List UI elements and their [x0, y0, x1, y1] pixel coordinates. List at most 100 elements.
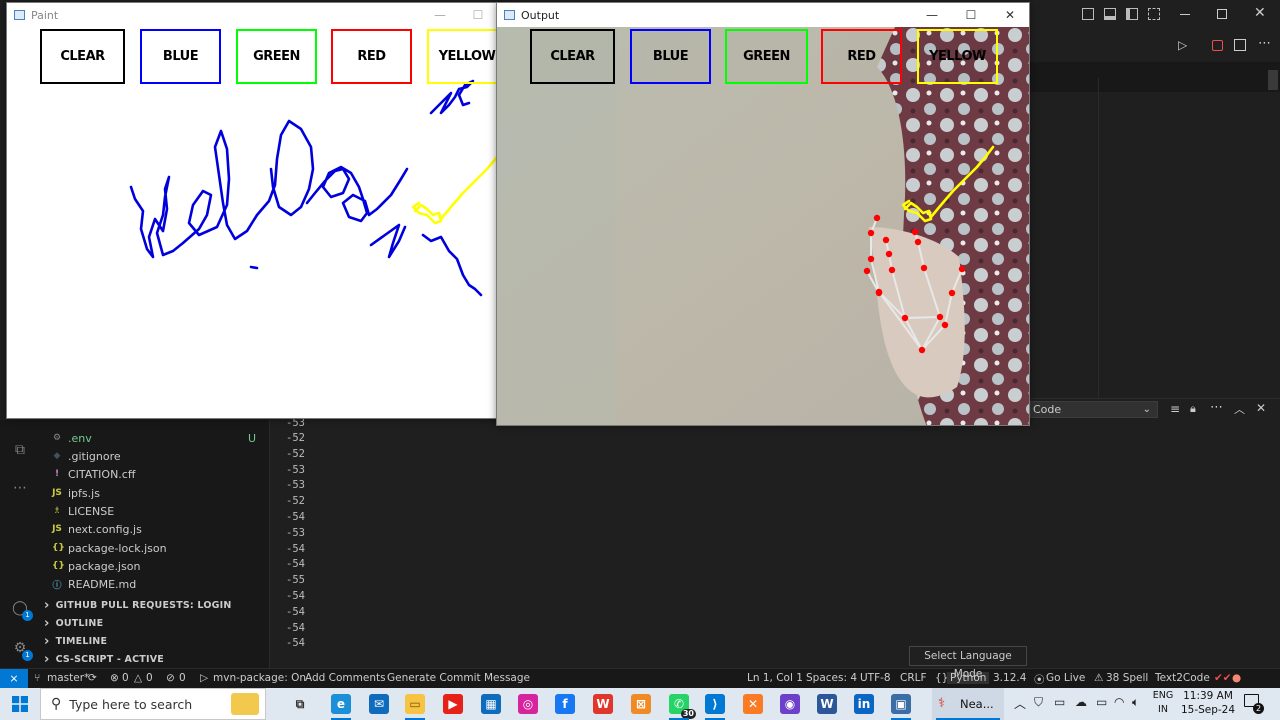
- onedrive-icon[interactable]: ☁: [1075, 695, 1087, 709]
- maximize-icon[interactable]: [1217, 9, 1227, 19]
- color-button-green[interactable]: GREEN: [236, 29, 317, 84]
- color-button-blue[interactable]: BLUE: [630, 29, 711, 84]
- lock-icon[interactable]: 🔒︎: [1190, 402, 1196, 416]
- indentation[interactable]: Spaces: 4: [806, 672, 857, 684]
- spell-check[interactable]: 38 Spell: [1106, 672, 1148, 684]
- taskbar-app-store[interactable]: ▦: [478, 692, 504, 716]
- taskbar-app-xampp[interactable]: ✕: [740, 692, 766, 716]
- add-comments-button[interactable]: Add Comments: [305, 672, 386, 684]
- color-button-blue[interactable]: BLUE: [140, 29, 221, 84]
- output-titlebar[interactable]: Output — ☐ ✕: [497, 3, 1029, 27]
- maximize-icon[interactable]: ☐: [459, 3, 497, 27]
- go-live-button[interactable]: Go Live: [1046, 672, 1085, 684]
- paint-canvas[interactable]: CLEAR BLUE GREEN RED YELLOW: [7, 27, 503, 418]
- explorer-file-item[interactable]: JS next.config.js: [52, 520, 142, 538]
- webcam-frame[interactable]: CLEAR BLUE GREEN RED YELLOW: [497, 27, 1029, 425]
- chevron-up-icon[interactable]: ︿: [1234, 401, 1245, 417]
- notifications-button[interactable]: 2: [1244, 694, 1264, 714]
- taskbar-app-whatsapp[interactable]: ✆ 30: [666, 692, 696, 720]
- generate-commit-button[interactable]: Generate Commit Message: [387, 672, 530, 684]
- encoding[interactable]: UTF-8: [860, 672, 891, 684]
- run-icon[interactable]: ▷: [1178, 38, 1187, 52]
- color-button-clear[interactable]: CLEAR: [530, 29, 615, 84]
- input-language[interactable]: ENG IN: [1150, 689, 1176, 717]
- minimize-icon[interactable]: —: [913, 3, 951, 27]
- close-panel-icon[interactable]: ✕: [1256, 401, 1266, 415]
- customize-layout-icon[interactable]: [1148, 8, 1160, 20]
- more-actions-icon[interactable]: ⋯: [1258, 36, 1271, 51]
- explorer-file-item[interactable]: {} package.json: [52, 557, 140, 575]
- sidebar-toggle-icon[interactable]: [1126, 8, 1138, 20]
- minimize-icon[interactable]: [1180, 14, 1190, 15]
- editor-scrollbar[interactable]: [1268, 70, 1278, 90]
- split-editor-icon[interactable]: [1234, 39, 1246, 51]
- end-of-line[interactable]: CRLF: [900, 672, 927, 684]
- taskbar-app-file-explorer[interactable]: ▭: [402, 692, 428, 720]
- error-count[interactable]: 0: [122, 672, 129, 684]
- sidebar-section-header[interactable]: › CS-SCRIPT - ACTIVE: [44, 650, 164, 668]
- explorer-file-item[interactable]: ! CITATION.cff: [52, 465, 136, 483]
- panel-toggle-icon[interactable]: [1104, 8, 1116, 20]
- account-icon[interactable]: ◯ 1: [10, 598, 33, 621]
- remote-indicator-icon[interactable]: ⨯: [0, 668, 28, 689]
- warning-count[interactable]: 0: [146, 672, 153, 684]
- taskbar-app-mail[interactable]: ✉: [366, 692, 392, 716]
- paint-titlebar[interactable]: Paint — ☐: [7, 3, 503, 27]
- color-button-yellow[interactable]: YELLOW: [917, 29, 998, 84]
- explorer-file-item[interactable]: JS ipfs.js: [52, 484, 100, 502]
- extensions-icon[interactable]: ⧉: [10, 440, 30, 460]
- python-version[interactable]: 3.12.4: [993, 672, 1026, 684]
- check-all-icon[interactable]: ✔✔: [1214, 672, 1232, 684]
- network-icon[interactable]: ▭: [1054, 695, 1065, 709]
- sidebar-section-header[interactable]: › TIMELINE: [44, 632, 107, 650]
- ports-count[interactable]: 0: [179, 672, 186, 684]
- search-highlight-icon[interactable]: [231, 693, 259, 715]
- volume-icon[interactable]: 🔈︎: [1132, 695, 1139, 710]
- sidebar-section-header[interactable]: › GITHUB PULL REQUESTS: LOGIN: [44, 596, 232, 614]
- taskbar-app-task-view[interactable]: ⧉: [287, 692, 313, 716]
- layout-toggle-icon[interactable]: [1082, 8, 1094, 20]
- taskbar-app-vscode[interactable]: ⟩: [702, 692, 728, 720]
- filter-lines-icon[interactable]: ≡: [1170, 402, 1180, 416]
- wifi-icon[interactable]: ◠: [1114, 695, 1124, 709]
- taskbar-app-linkedin[interactable]: in: [851, 692, 877, 716]
- explorer-file-item[interactable]: ♗ LICENSE: [52, 502, 114, 520]
- color-button-red[interactable]: RED: [821, 29, 902, 84]
- battery-icon[interactable]: ▭: [1096, 695, 1107, 709]
- sync-icon[interactable]: ⟳: [88, 672, 97, 684]
- text2code[interactable]: Text2Code: [1155, 672, 1210, 684]
- color-button-clear[interactable]: CLEAR: [40, 29, 125, 84]
- explorer-file-item[interactable]: ⚙ .env U: [52, 429, 256, 447]
- minimize-icon[interactable]: —: [421, 3, 459, 27]
- taskbar-app-youtube[interactable]: ▶: [440, 692, 466, 716]
- git-branch[interactable]: master*: [47, 672, 89, 684]
- more-views-icon[interactable]: ⋯: [10, 478, 30, 498]
- sidebar-section-header[interactable]: › OUTLINE: [44, 614, 103, 632]
- taskbar-app-github[interactable]: ◉: [777, 692, 803, 716]
- taskbar-app-edge[interactable]: e: [328, 692, 354, 720]
- taskbar-search[interactable]: ⚲ Type here to search: [40, 688, 266, 720]
- taskbar-app-facebook[interactable]: f: [552, 692, 578, 716]
- close-icon[interactable]: ✕: [991, 3, 1029, 27]
- maximize-icon[interactable]: ☐: [952, 3, 990, 27]
- close-icon[interactable]: ✕: [1254, 5, 1266, 21]
- output-channel-dropdown[interactable]: Code ⌄: [1030, 401, 1158, 418]
- security-icon[interactable]: ⛉: [1034, 695, 1043, 710]
- explorer-file-item[interactable]: ⓘ README.md: [52, 575, 136, 593]
- taskbar-app-app-orange[interactable]: ⊠: [628, 692, 654, 716]
- explorer-file-item[interactable]: {} package-lock.json: [52, 539, 167, 557]
- mvn-package[interactable]: mvn-package: On: [213, 672, 306, 684]
- more-icon[interactable]: ⋯: [1210, 400, 1223, 415]
- system-clock[interactable]: 11:39 AM 15-Sep-24: [1180, 689, 1236, 719]
- stop-icon[interactable]: [1212, 40, 1223, 51]
- copilot-icon[interactable]: ●: [1232, 672, 1241, 684]
- explorer-file-item[interactable]: ◆ .gitignore: [52, 447, 121, 465]
- running-app[interactable]: ⚕ Nea...: [932, 688, 1004, 720]
- taskbar-app-wps[interactable]: W: [590, 692, 616, 716]
- show-hidden-icons-icon[interactable]: ︿: [1014, 695, 1026, 712]
- taskbar-app-word[interactable]: W: [814, 692, 840, 716]
- taskbar-app-python-window[interactable]: ▣: [888, 692, 914, 720]
- settings-gear-icon[interactable]: ⚙ 1: [10, 638, 33, 661]
- color-button-yellow[interactable]: YELLOW: [427, 29, 503, 84]
- start-button[interactable]: [0, 688, 40, 720]
